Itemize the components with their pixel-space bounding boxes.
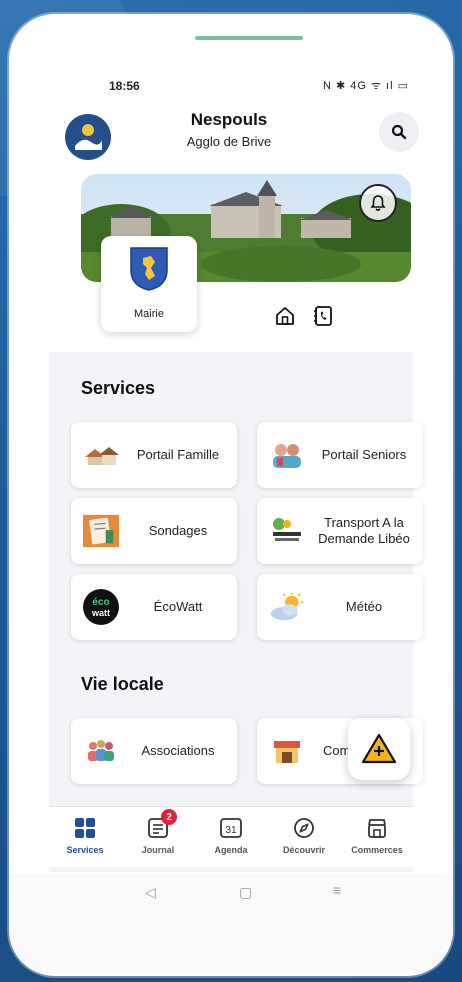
grid-icon — [72, 815, 98, 841]
coat-of-arms-icon — [130, 247, 168, 291]
town-name: Nespouls — [190, 110, 268, 129]
nav-label: Agenda — [214, 845, 248, 855]
bell-icon — [370, 195, 386, 211]
newspaper-icon: 2 — [145, 809, 177, 841]
town-logo-icon[interactable] — [65, 114, 111, 160]
main-content: Services Portail Famille Portail Seniors… — [49, 352, 423, 872]
vie-locale-card-associations[interactable]: Associations — [71, 718, 237, 784]
compass-icon — [291, 815, 317, 841]
service-card-ecowatt[interactable]: éco watt ÉcoWatt — [71, 574, 237, 640]
menu-icon[interactable]: ≡ — [333, 882, 341, 898]
search-icon — [391, 124, 407, 140]
vie-locale-heading: Vie locale — [81, 674, 164, 694]
journal-badge: 2 — [161, 809, 177, 825]
phone-book-icon — [314, 306, 332, 326]
vie-locale-label: Associations — [141, 743, 215, 758]
nav-label: Journal — [141, 845, 175, 855]
search-button[interactable] — [379, 112, 419, 152]
bottom-navigation: Services 2 Journal 31 Agenda Découvrir C… — [49, 806, 413, 867]
home-button[interactable] — [273, 304, 297, 328]
associations-icon — [83, 733, 119, 769]
status-bar: 18:56 N ✱ 4G ᯤ ıl ▭ — [9, 74, 453, 98]
svg-text:watt: watt — [91, 608, 110, 618]
home-icon — [276, 307, 294, 325]
nav-journal[interactable]: 2 Journal — [122, 809, 194, 865]
service-card-portail-seniors[interactable]: Portail Seniors — [257, 422, 423, 488]
nav-label: Commerces — [351, 845, 403, 855]
home-circle-icon[interactable]: ▢ — [239, 884, 252, 901]
agglomeration-name: Agglo de Brive — [186, 134, 272, 149]
contact-button[interactable] — [311, 304, 335, 328]
services-heading: Services — [81, 378, 156, 398]
service-card-portail-famille[interactable]: Portail Famille — [71, 422, 237, 488]
nav-services[interactable]: Services — [49, 815, 121, 865]
status-icons: N ✱ 4G ᯤ ıl ▭ — [322, 80, 409, 92]
service-card-meteo[interactable]: Météo — [257, 574, 423, 640]
calendar-day: 31 — [225, 825, 237, 836]
phone-frame: 18:56 N ✱ 4G ᯤ ıl ▭ Nespouls Agglo de Br… — [9, 14, 453, 976]
service-label: Transport A la Demande Libéo — [318, 515, 410, 546]
nav-commerces[interactable]: Commerces — [341, 815, 413, 865]
phone-notch — [195, 36, 303, 40]
service-label: Portail Famille — [136, 447, 220, 462]
app-header: Nespouls Agglo de Brive — [9, 106, 453, 166]
system-navigation-bar: ◁ ▢ ≡ — [9, 874, 453, 974]
survey-icon — [83, 513, 119, 549]
libeo-transport-icon — [269, 513, 305, 549]
shops-icon — [269, 733, 305, 769]
service-card-transport-a-la-demande[interactable]: Transport A la Demande Libéo — [257, 498, 423, 564]
calendar-icon: 31 — [218, 815, 244, 841]
service-label: Portail Seniors — [321, 447, 407, 462]
service-label: Sondages — [148, 523, 208, 538]
weather-icon — [269, 589, 305, 625]
mairie-card[interactable]: Mairie — [101, 236, 197, 332]
service-card-sondages[interactable]: Sondages — [71, 498, 237, 564]
service-label: ÉcoWatt — [153, 599, 203, 614]
nav-agenda[interactable]: 31 Agenda — [195, 815, 267, 865]
nav-decouvrir[interactable]: Découvrir — [268, 815, 340, 865]
family-portal-icon — [83, 437, 119, 473]
svg-text:éco: éco — [92, 597, 109, 608]
seniors-portal-icon — [269, 437, 305, 473]
nav-label: Découvrir — [282, 845, 326, 855]
service-label: Météo — [345, 599, 383, 614]
ecowatt-logo-icon: éco watt — [83, 589, 119, 625]
warning-add-icon — [361, 733, 397, 764]
store-icon — [364, 815, 390, 841]
status-time: 18:56 — [109, 79, 140, 93]
nav-label: Services — [66, 845, 104, 855]
notifications-button[interactable] — [359, 184, 397, 222]
mairie-label: Mairie — [134, 308, 164, 320]
back-icon[interactable]: ◁ — [145, 884, 156, 901]
report-issue-button[interactable] — [348, 718, 410, 780]
